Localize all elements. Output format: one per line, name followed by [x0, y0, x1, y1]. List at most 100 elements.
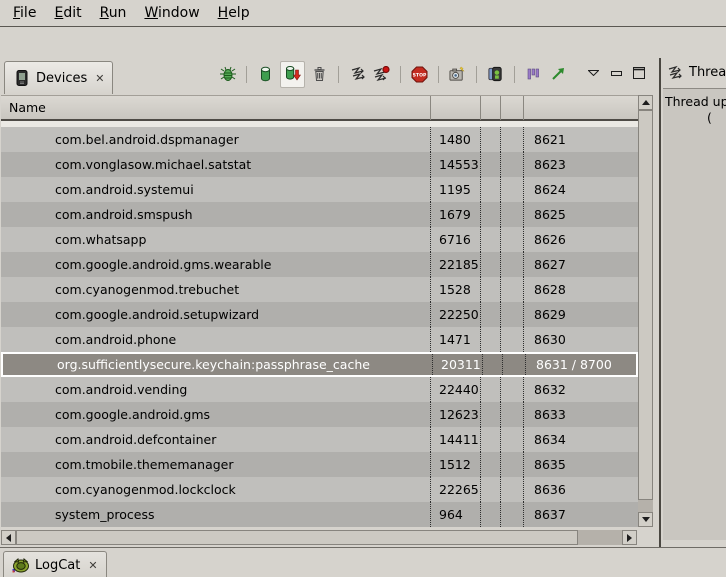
arrow-right-icon	[627, 534, 632, 542]
menu-file[interactable]: File	[4, 2, 45, 24]
toolbar-separator	[400, 66, 401, 83]
empty-cell	[500, 502, 523, 527]
maximize-icon[interactable]	[631, 66, 646, 80]
empty-cell	[480, 152, 500, 177]
process-name: com.google.android.gms	[1, 402, 430, 427]
device-row[interactable]: com.cyanogenmod.lockclock 22265 8636	[1, 477, 638, 502]
empty-cell	[500, 327, 523, 352]
horizontal-scrollbar[interactable]	[1, 530, 637, 545]
empty-cell	[500, 152, 523, 177]
process-pid: 12623	[430, 402, 480, 427]
scroll-up-button[interactable]	[638, 95, 653, 110]
empty-cell	[480, 252, 500, 277]
empty-cell	[480, 427, 500, 452]
device-row[interactable]: com.google.android.setupwizard 22250 862…	[1, 302, 638, 327]
cause-gc-icon[interactable]	[311, 66, 328, 83]
dump-hprof-button[interactable]	[280, 61, 305, 88]
device-row[interactable]: com.bel.android.dspmanager 1480 8621	[1, 127, 638, 152]
device-row[interactable]: com.android.vending 22440 8632	[1, 377, 638, 402]
vertical-scrollbar[interactable]	[638, 95, 653, 527]
process-debug-port: 8629	[523, 302, 638, 327]
process-name: system_process	[1, 502, 430, 527]
process-debug-port: 8636	[523, 477, 638, 502]
process-debug-port: 8630	[523, 327, 638, 352]
process-pid: 22265	[430, 477, 480, 502]
device-row[interactable]: com.tmobile.thememanager 1512 8635	[1, 452, 638, 477]
empty-cell	[480, 327, 500, 352]
split-sash[interactable]	[659, 58, 661, 547]
scroll-left-button[interactable]	[1, 530, 16, 545]
menu-run[interactable]: Run	[91, 2, 136, 24]
vertical-scroll-thumb[interactable]	[638, 110, 653, 500]
device-row[interactable]: com.android.phone 1471 8630	[1, 327, 638, 352]
process-pid: 14411	[430, 427, 480, 452]
empty-cell	[500, 302, 523, 327]
empty-cell	[500, 277, 523, 302]
minimize-icon[interactable]	[609, 66, 624, 80]
process-pid: 1471	[430, 327, 480, 352]
threads-panel: Thread up (	[663, 88, 726, 540]
device-row[interactable]: com.whatsapp 6716 8626	[1, 227, 638, 252]
process-name: com.android.phone	[1, 327, 430, 352]
device-row[interactable]: com.android.systemui 1195 8624	[1, 177, 638, 202]
view-menu-icon[interactable]	[586, 66, 601, 80]
menu-window[interactable]: Window	[135, 2, 208, 24]
screen-capture-icon[interactable]	[449, 66, 466, 83]
device-row[interactable]: com.google.android.gms.wearable 22185 86…	[1, 252, 638, 277]
scroll-down-button[interactable]	[638, 512, 653, 527]
column-divider[interactable]	[480, 96, 481, 120]
process-name: com.google.android.setupwizard	[1, 302, 430, 327]
device-row[interactable]: system_process 964 8637	[1, 502, 638, 527]
column-divider[interactable]	[500, 96, 501, 120]
menu-edit[interactable]: Edit	[45, 2, 90, 24]
start-method-profiling-icon[interactable]	[373, 66, 390, 83]
empty-cell	[480, 302, 500, 327]
update-threads-icon[interactable]	[349, 66, 366, 83]
close-icon[interactable]: ✕	[86, 559, 97, 572]
empty-cell	[500, 427, 523, 452]
process-debug-port: 8635	[523, 452, 638, 477]
tab-devices-label: Devices	[36, 71, 87, 86]
menu-help[interactable]: Help	[209, 2, 259, 24]
systrace-icon[interactable]	[525, 66, 542, 83]
process-debug-port: 8627	[523, 252, 638, 277]
column-divider[interactable]	[523, 96, 524, 120]
device-row[interactable]: com.android.smspush 1679 8625	[1, 202, 638, 227]
column-header-name[interactable]: Name	[9, 100, 46, 115]
tab-devices[interactable]: Devices ✕	[4, 61, 113, 94]
devices-toolbar: STOP	[219, 64, 566, 85]
process-pid: 1480	[430, 127, 480, 152]
close-icon[interactable]: ✕	[93, 72, 104, 85]
device-row[interactable]: org.sufficientlysecure.keychain:passphra…	[1, 352, 638, 377]
process-name: com.bel.android.dspmanager	[1, 127, 430, 152]
ddms-window: File Edit Run Window Help Devices ✕	[0, 0, 726, 577]
process-debug-port: 8621	[523, 127, 638, 152]
debug-process-icon[interactable]	[219, 66, 236, 83]
capture-device-view-icon[interactable]	[487, 66, 504, 83]
update-heap-icon[interactable]	[257, 66, 274, 83]
tab-threads[interactable]: Threa	[666, 64, 726, 81]
process-debug-port: 8634	[523, 427, 638, 452]
tab-logcat[interactable]: LogCat ✕	[3, 551, 107, 577]
arrow-left-icon	[6, 534, 11, 542]
horizontal-scroll-thumb[interactable]	[16, 530, 578, 545]
device-row[interactable]: com.android.defcontainer 14411 8634	[1, 427, 638, 452]
arrow-up-icon	[642, 100, 650, 105]
process-debug-port: 8624	[523, 177, 638, 202]
scroll-right-button[interactable]	[622, 530, 637, 545]
tab-logcat-label: LogCat	[35, 558, 80, 573]
device-row[interactable]: com.cyanogenmod.trebuchet 1528 8628	[1, 277, 638, 302]
start-opengl-trace-icon[interactable]	[549, 66, 566, 83]
device-row[interactable]: com.vonglasow.michael.satstat 14553 8623	[1, 152, 638, 177]
toolbar-separator	[514, 66, 515, 83]
main-toolbar-empty	[0, 28, 726, 57]
toolbar-separator	[438, 66, 439, 83]
empty-cell	[500, 402, 523, 427]
stop-process-icon[interactable]: STOP	[411, 66, 428, 83]
device-row[interactable]: com.google.android.gms 12623 8633	[1, 402, 638, 427]
arrow-down-icon	[642, 517, 650, 522]
process-debug-port: 8628	[523, 277, 638, 302]
column-divider[interactable]	[430, 96, 431, 120]
process-name: org.sufficientlysecure.keychain:passphra…	[3, 354, 432, 375]
process-pid: 22250	[430, 302, 480, 327]
